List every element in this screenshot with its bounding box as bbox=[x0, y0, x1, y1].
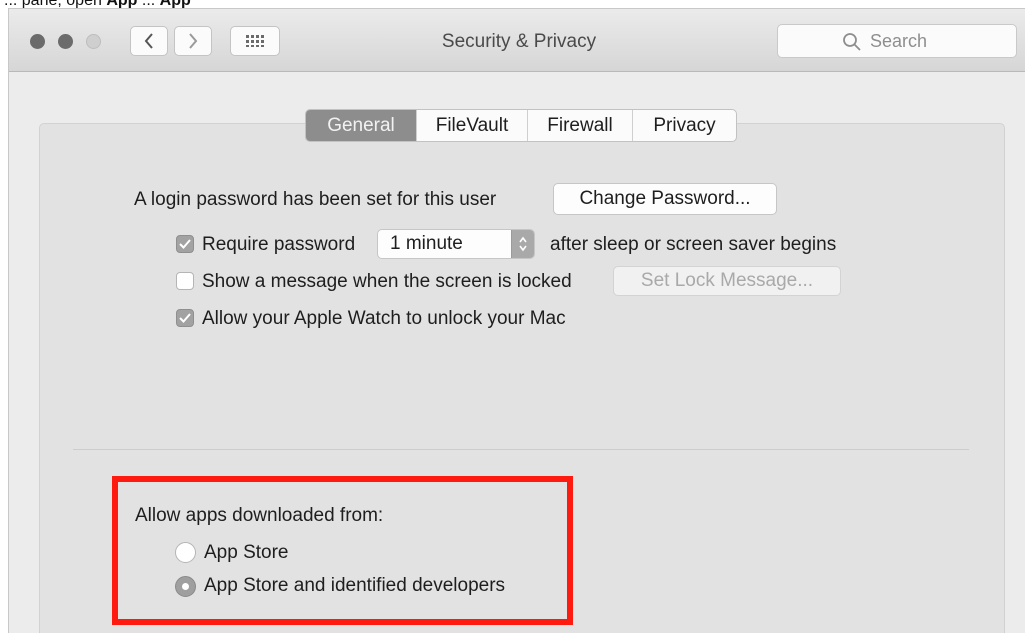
tab-bar: General FileVault Firewall Privacy bbox=[305, 109, 737, 142]
back-button[interactable] bbox=[130, 26, 168, 56]
search-placeholder: Search bbox=[870, 31, 928, 51]
search-field[interactable]: Search bbox=[777, 24, 1017, 58]
require-password-label: Require password bbox=[202, 234, 356, 255]
search-icon bbox=[843, 33, 861, 51]
show-message-checkbox[interactable] bbox=[176, 272, 194, 290]
minimize-window-button[interactable] bbox=[58, 34, 73, 49]
forward-button[interactable] bbox=[174, 26, 212, 56]
login-password-text: A login password has been set for this u… bbox=[134, 189, 497, 210]
apple-watch-label: Allow your Apple Watch to unlock your Ma… bbox=[202, 308, 566, 329]
chevron-right-icon bbox=[189, 33, 198, 49]
grid-icon bbox=[246, 35, 264, 47]
up-down-arrows-icon bbox=[511, 230, 534, 258]
password-interval-popup[interactable]: 1 minute bbox=[377, 229, 535, 259]
tab-general[interactable]: General bbox=[306, 110, 416, 141]
divider bbox=[73, 449, 969, 450]
chevron-left-icon bbox=[144, 33, 153, 49]
apple-watch-checkbox[interactable] bbox=[176, 309, 194, 327]
tab-filevault[interactable]: FileVault bbox=[416, 110, 527, 141]
tab-privacy[interactable]: Privacy bbox=[632, 110, 736, 141]
security-privacy-window: Security & Privacy Search General FileVa… bbox=[8, 8, 1025, 633]
tab-firewall[interactable]: Firewall bbox=[527, 110, 632, 141]
show-message-label: Show a message when the screen is locked bbox=[202, 271, 572, 292]
checkmark-icon bbox=[179, 313, 191, 323]
highlight-box bbox=[112, 476, 573, 625]
titlebar: Security & Privacy Search bbox=[9, 9, 1025, 72]
show-all-button[interactable] bbox=[230, 26, 280, 56]
require-password-checkbox[interactable] bbox=[176, 235, 194, 253]
require-password-suffix: after sleep or screen saver begins bbox=[550, 234, 837, 255]
zoom-window-button[interactable] bbox=[86, 34, 101, 49]
checkmark-icon bbox=[179, 239, 191, 249]
password-interval-value: 1 minute bbox=[390, 233, 463, 254]
set-lock-message-button[interactable]: Set Lock Message... bbox=[613, 266, 841, 296]
window-title: Security & Privacy bbox=[441, 31, 597, 52]
change-password-button[interactable]: Change Password... bbox=[553, 183, 777, 215]
close-window-button[interactable] bbox=[30, 34, 45, 49]
